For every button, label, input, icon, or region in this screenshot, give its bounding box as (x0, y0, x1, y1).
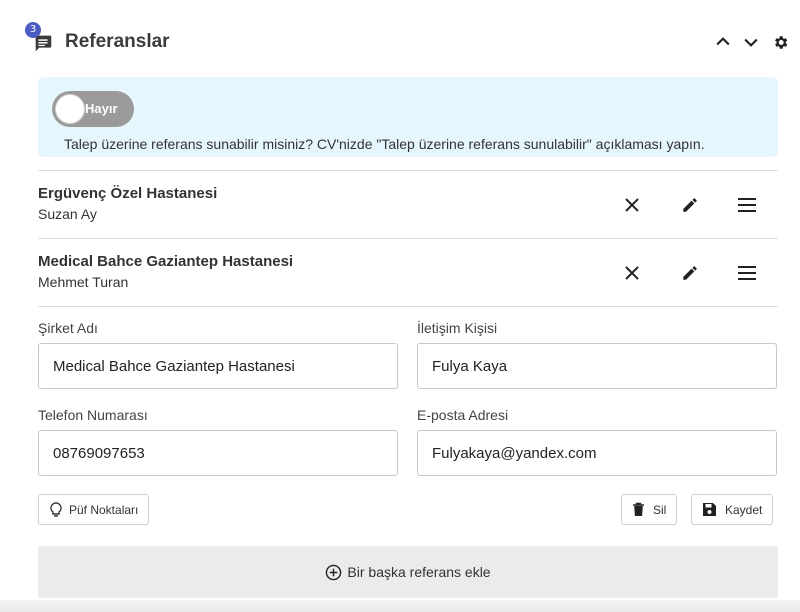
drag-handle-icon[interactable] (735, 261, 759, 285)
add-reference-button[interactable]: Bir başka referans ekle (38, 546, 778, 598)
toggle-knob (55, 94, 85, 124)
chevron-up-icon[interactable] (711, 30, 735, 54)
reference-row[interactable]: Medical Bahce Gaziantep Hastanesi Mehmet… (38, 239, 778, 307)
company-label: Şirket Adı (38, 320, 98, 336)
phone-label: Telefon Numarası (38, 407, 148, 423)
close-icon[interactable] (620, 261, 644, 285)
count-badge: 3 (25, 22, 41, 38)
section-header: 3 Referanslar (0, 0, 800, 80)
save-button-label: Kaydet (725, 502, 763, 517)
delete-button[interactable]: Sil (621, 494, 678, 525)
reference-company: Ergüvenç Özel Hastanesi (38, 185, 218, 202)
reference-person: Mehmet Turan (38, 274, 129, 290)
contact-input[interactable] (417, 343, 777, 389)
email-label: E-posta Adresi (417, 407, 509, 423)
contact-label: İletişim Kişisi (417, 320, 498, 336)
edit-icon[interactable] (678, 193, 702, 217)
availability-toggle[interactable]: Hayır (52, 91, 134, 127)
phone-input[interactable] (38, 430, 398, 476)
add-reference-label: Bir başka referans ekle (347, 564, 491, 580)
chevron-down-icon[interactable] (739, 30, 763, 54)
divider (38, 306, 778, 307)
tips-button-label: Püf Noktaları (69, 502, 139, 517)
reference-company: Medical Bahce Gaziantep Hastanesi (38, 253, 294, 270)
gear-icon[interactable] (768, 30, 792, 54)
availability-description: Talep üzerine referans sunabilir misiniz… (64, 136, 705, 152)
plus-circle-icon (325, 564, 347, 581)
edit-icon[interactable] (678, 261, 702, 285)
floppy-disk-icon (702, 502, 725, 517)
tips-button[interactable]: Püf Noktaları (38, 494, 150, 525)
availability-info-box: Hayır Talep üzerine referans sunabilir m… (38, 77, 778, 157)
page-footer-shade (0, 600, 800, 612)
drag-handle-icon[interactable] (735, 193, 759, 217)
company-input[interactable] (38, 343, 398, 389)
trash-icon (632, 502, 653, 517)
section-title: Referanslar (65, 31, 170, 52)
save-button[interactable]: Kaydet (691, 494, 774, 525)
reference-person: Suzan Ay (38, 206, 97, 222)
lightbulb-icon (49, 501, 69, 518)
email-input[interactable] (417, 430, 777, 476)
close-icon[interactable] (620, 193, 644, 217)
toggle-label: Hayır (85, 101, 118, 116)
delete-button-label: Sil (653, 502, 667, 517)
reference-row[interactable]: Ergüvenç Özel Hastanesi Suzan Ay (38, 171, 778, 239)
